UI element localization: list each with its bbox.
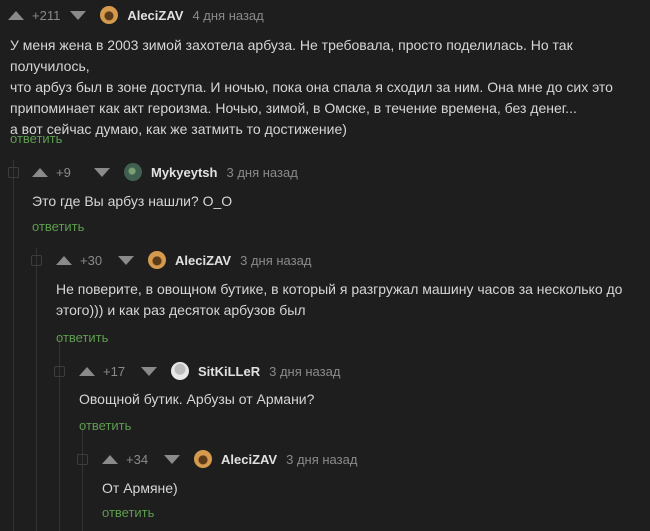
comment-rating: +30 — [80, 252, 103, 268]
comment-time[interactable]: 3 дня назад — [240, 253, 311, 268]
comment-time[interactable]: 3 дня назад — [286, 452, 357, 467]
comment-text-line: а вот сейчас думаю, как же затмить то до… — [10, 121, 347, 137]
comment-header: +211 AleciZAV 4 дня назад — [8, 4, 264, 26]
reply-link[interactable]: ответить — [56, 330, 108, 345]
thread-line — [13, 160, 14, 531]
collapse-toggle[interactable] — [77, 454, 88, 465]
upvote-icon[interactable] — [56, 255, 72, 265]
avatar[interactable] — [194, 450, 212, 468]
avatar[interactable] — [100, 6, 119, 24]
comment-rating: +34 — [126, 451, 149, 467]
upvote-icon[interactable] — [102, 454, 118, 464]
comment-header: +9 Mykyeytsh 3 дня назад — [32, 161, 298, 183]
comment-text-line: этого))) и как раз десяток арбузов был — [56, 302, 306, 318]
reply-link[interactable]: ответить — [79, 418, 131, 433]
comment-text: Не поверите, в овощном бутике, в который… — [56, 279, 622, 321]
comment-text: От Армяне) — [102, 478, 178, 499]
comment-header: +34 AleciZAV 3 дня назад — [102, 448, 357, 470]
reply-link[interactable]: ответить — [32, 219, 84, 234]
thread-line — [82, 424, 83, 531]
avatar[interactable] — [171, 362, 189, 380]
comment-header: +30 AleciZAV 3 дня назад — [56, 249, 311, 271]
comment-text: Это где Вы арбуз нашли? О_О — [32, 191, 232, 212]
avatar[interactable] — [148, 251, 166, 269]
comment-author[interactable]: AleciZAV — [175, 253, 231, 268]
downvote-icon[interactable] — [94, 167, 110, 177]
comment-rating: +17 — [103, 363, 126, 379]
comment-time[interactable]: 3 дня назад — [269, 364, 340, 379]
avatar[interactable] — [124, 163, 142, 181]
collapse-toggle[interactable] — [8, 167, 19, 178]
downvote-icon[interactable] — [141, 366, 157, 376]
upvote-icon[interactable] — [32, 167, 48, 177]
thread-line — [36, 248, 37, 531]
comment-author[interactable]: SitKiLLeR — [198, 364, 260, 379]
upvote-icon[interactable] — [79, 366, 95, 376]
reply-link[interactable]: ответить — [10, 131, 62, 146]
comment-text-line: Овощной бутик. Арбузы от Армани? — [79, 391, 315, 407]
comment-author[interactable]: Mykyeytsh — [151, 165, 217, 180]
reply-link[interactable]: ответить — [102, 505, 154, 520]
comment-text: У меня жена в 2003 зимой захотела арбуза… — [10, 35, 650, 140]
comment-time[interactable]: 3 дня назад — [226, 165, 297, 180]
comment-text-line: От Армяне) — [102, 480, 178, 496]
comment-text-line: Это где Вы арбуз нашли? О_О — [32, 193, 233, 209]
downvote-icon[interactable] — [164, 454, 180, 464]
comment-text-line: что арбуз был в зоне доступа. И ночью, п… — [10, 79, 613, 95]
comment-author[interactable]: AleciZAV — [221, 452, 277, 467]
downvote-icon[interactable] — [70, 10, 87, 20]
comment-header: +17 SitKiLLeR 3 дня назад — [79, 360, 340, 382]
comment-text: Овощной бутик. Арбузы от Армани? — [79, 389, 314, 410]
comment-rating: +9 — [56, 164, 71, 180]
comment-text-line: У меня жена в 2003 зимой захотела арбуза… — [10, 37, 573, 74]
comment-author[interactable]: AleciZAV — [127, 8, 183, 23]
upvote-icon[interactable] — [8, 10, 24, 20]
comment-text-line: припоминает как акт героизма. Ночью, зим… — [10, 100, 577, 116]
comment-text-line: Не поверите, в овощном бутике, в который… — [56, 281, 623, 297]
comment-rating: +211 — [32, 7, 61, 23]
collapse-toggle[interactable] — [31, 255, 42, 266]
downvote-icon[interactable] — [118, 255, 134, 265]
collapse-toggle[interactable] — [54, 366, 65, 377]
comment-time[interactable]: 4 дня назад — [192, 8, 263, 23]
